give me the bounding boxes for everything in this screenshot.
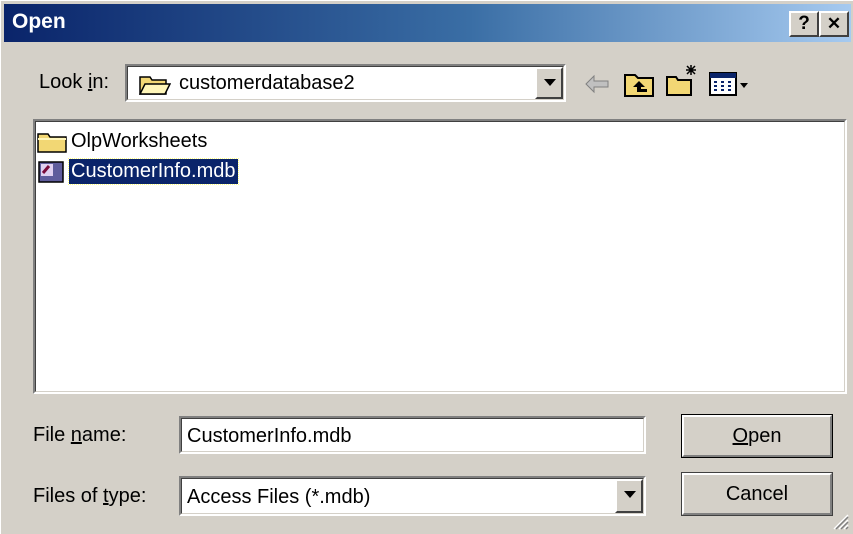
open-button-label: Open <box>682 415 832 457</box>
window-title: Open <box>12 10 66 33</box>
close-icon: ✕ <box>826 14 842 33</box>
back-arrow-icon[interactable] <box>580 67 614 101</box>
help-button[interactable]: ? <box>789 11 819 37</box>
look-in-label: Look in: <box>39 71 109 94</box>
resize-grip-icon[interactable] <box>831 512 849 530</box>
file-type-label: Files of type: <box>33 485 147 507</box>
look-in-value: customerdatabase2 <box>179 72 355 94</box>
cancel-button-label: Cancel <box>682 473 832 515</box>
view-menu-icon[interactable] <box>707 67 767 101</box>
look-in-label-text: Look in: <box>39 71 110 93</box>
close-button[interactable]: ✕ <box>819 11 849 37</box>
look-in-dropdown-button[interactable] <box>535 67 563 99</box>
file-type-dropdown-button[interactable] <box>615 479 643 513</box>
chevron-down-icon <box>624 491 636 498</box>
file-type-value: Access Files (*.mdb) <box>187 486 371 508</box>
title-bar[interactable]: Open ? ✕ <box>4 4 851 42</box>
chevron-down-icon <box>544 79 556 86</box>
open-button[interactable]: Open <box>681 414 833 458</box>
folder-open-icon <box>139 76 171 95</box>
file-name-olpworksheets: OlpWorksheets <box>71 130 208 152</box>
look-in-dropdown[interactable]: customerdatabase2 <box>125 64 566 102</box>
file-name-label: File name: <box>33 424 127 446</box>
access-database-icon <box>38 161 64 183</box>
open-dialog: Open ? ✕ Look in: customerdatabase2 OlpW… <box>0 0 853 534</box>
up-one-level-icon[interactable] <box>622 67 656 101</box>
file-name-field[interactable]: CustomerInfo.mdb <box>179 416 646 454</box>
file-list[interactable]: OlpWorksheets CustomerInfo.mdb <box>33 119 847 394</box>
file-name-value: CustomerInfo.mdb <box>187 425 352 447</box>
file-type-dropdown[interactable]: Access Files (*.mdb) <box>179 476 646 516</box>
folder-icon <box>37 133 67 153</box>
file-name-customerinfo: CustomerInfo.mdb <box>68 158 239 185</box>
cancel-button[interactable]: Cancel <box>681 472 833 516</box>
create-new-folder-icon[interactable] <box>665 63 699 97</box>
